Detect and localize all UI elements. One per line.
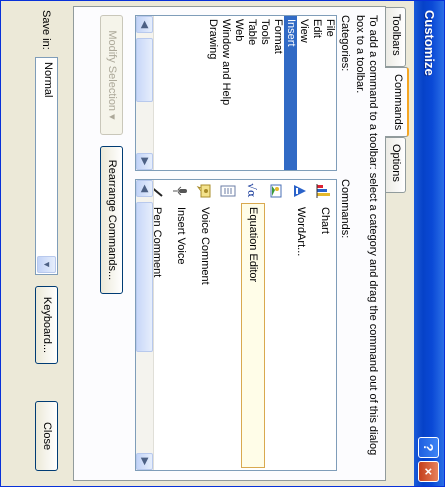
window-title: Customize	[422, 10, 437, 76]
close-button-label: Close	[41, 421, 53, 451]
command-label	[266, 204, 288, 467]
categories-scrollbar[interactable]: ◀ ▶	[136, 16, 154, 170]
category-item[interactable]: View	[297, 16, 310, 170]
command-label: Chart	[319, 207, 331, 234]
command-label: WordArt...	[295, 207, 307, 257]
category-item[interactable]: Tools	[258, 16, 271, 170]
tab-options-label: Options	[390, 144, 402, 182]
chevron-down-icon[interactable]: ▼	[37, 256, 56, 273]
help-icon: ?	[421, 443, 436, 452]
command-label: Voice Comment	[199, 207, 211, 285]
category-item[interactable]: Drawing	[206, 16, 219, 170]
category-item[interactable]: Web	[232, 16, 245, 170]
rearrange-commands-button[interactable]: Rearrange Commands...	[100, 146, 123, 294]
command-label	[218, 204, 240, 467]
command-item[interactable]	[264, 180, 288, 470]
commands-tab-panel: To add a command to a toolbar: select a …	[73, 6, 386, 481]
scroll-thumb[interactable]	[136, 38, 153, 102]
categories-list: File Edit View Insert Format Tools Table Web Win…	[206, 16, 336, 170]
insert-voice-icon	[172, 183, 188, 199]
rearrange-commands-label: Rearrange Commands...	[106, 159, 118, 281]
command-item[interactable]: WordArt...	[288, 180, 312, 470]
keyboard-button[interactable]: Keyboard...	[35, 286, 58, 364]
title-bar[interactable]: Customize ? ×	[414, 1, 444, 486]
customize-dialog: Customize ? × Toolbars Commands Options …	[0, 0, 445, 487]
tab-toolbars[interactable]: Toolbars	[386, 7, 406, 67]
tab-commands-label: Commands	[392, 74, 404, 131]
categories-label: Categories:	[339, 15, 351, 72]
command-label: Insert Voice	[175, 207, 187, 265]
tab-toolbars-label: Toolbars	[390, 14, 402, 56]
save-in-value: Normal	[42, 62, 54, 98]
close-icon: ×	[421, 467, 436, 476]
commands-list: Chart WordArt... √α Equation Editor Voice Co…	[144, 180, 336, 471]
screen: Customize ? × Toolbars Commands Options …	[0, 0, 445, 487]
commands-label: Commands:	[339, 179, 351, 239]
command-item[interactable]	[216, 180, 240, 470]
command-item[interactable]: Voice Comment	[192, 180, 216, 470]
command-item[interactable]: √α Equation Editor	[240, 180, 265, 471]
tab-options[interactable]: Options	[386, 137, 406, 193]
category-item[interactable]: File	[323, 16, 336, 170]
scroll-left-icon[interactable]: ◀	[136, 16, 153, 33]
command-item[interactable]: Insert Voice	[168, 180, 192, 470]
help-button[interactable]: ?	[418, 437, 439, 458]
scroll-right-icon[interactable]: ▶	[136, 153, 153, 170]
scroll-right-icon[interactable]: ▶	[136, 453, 153, 470]
save-in-dropdown[interactable]: Normal ▼	[35, 57, 58, 275]
save-in-label: Save in:	[40, 10, 52, 50]
chart-icon	[316, 183, 332, 199]
svg-text:√α: √α	[245, 183, 258, 198]
commands-scrollbar[interactable]: ◀ ▶	[136, 180, 154, 470]
commands-listbox[interactable]: Chart WordArt... √α Equation Editor Voice Co…	[135, 179, 337, 471]
equation-icon: √α	[244, 183, 260, 199]
tab-commands[interactable]: Commands	[385, 67, 409, 137]
document-icon	[220, 183, 236, 199]
categories-listbox[interactable]: File Edit View Insert Format Tools Table Web Win…	[135, 15, 337, 171]
keyboard-button-label: Keyboard...	[41, 296, 53, 354]
wordart-icon	[292, 183, 308, 199]
close-window-button[interactable]: ×	[418, 461, 439, 482]
command-label: Equation Editor	[241, 192, 265, 471]
scroll-thumb[interactable]	[136, 202, 153, 352]
drawing-icon	[268, 183, 284, 199]
voice-comment-icon	[196, 183, 212, 199]
category-item[interactable]: Table	[245, 16, 258, 170]
category-item[interactable]: Window and Help	[219, 16, 232, 170]
scroll-left-icon[interactable]: ◀	[136, 180, 153, 197]
modify-selection-button[interactable]: Modify Selection ▾	[100, 15, 123, 135]
category-item[interactable]: Edit	[310, 16, 323, 170]
modify-selection-label: Modify Selection ▾	[106, 30, 118, 120]
category-item[interactable]: Insert	[284, 16, 297, 170]
close-button[interactable]: Close	[35, 401, 58, 471]
instructions-text: To add a command to a toolbar: select a …	[354, 15, 379, 456]
category-item[interactable]: Format	[271, 16, 284, 170]
command-item[interactable]: Chart	[312, 180, 336, 470]
